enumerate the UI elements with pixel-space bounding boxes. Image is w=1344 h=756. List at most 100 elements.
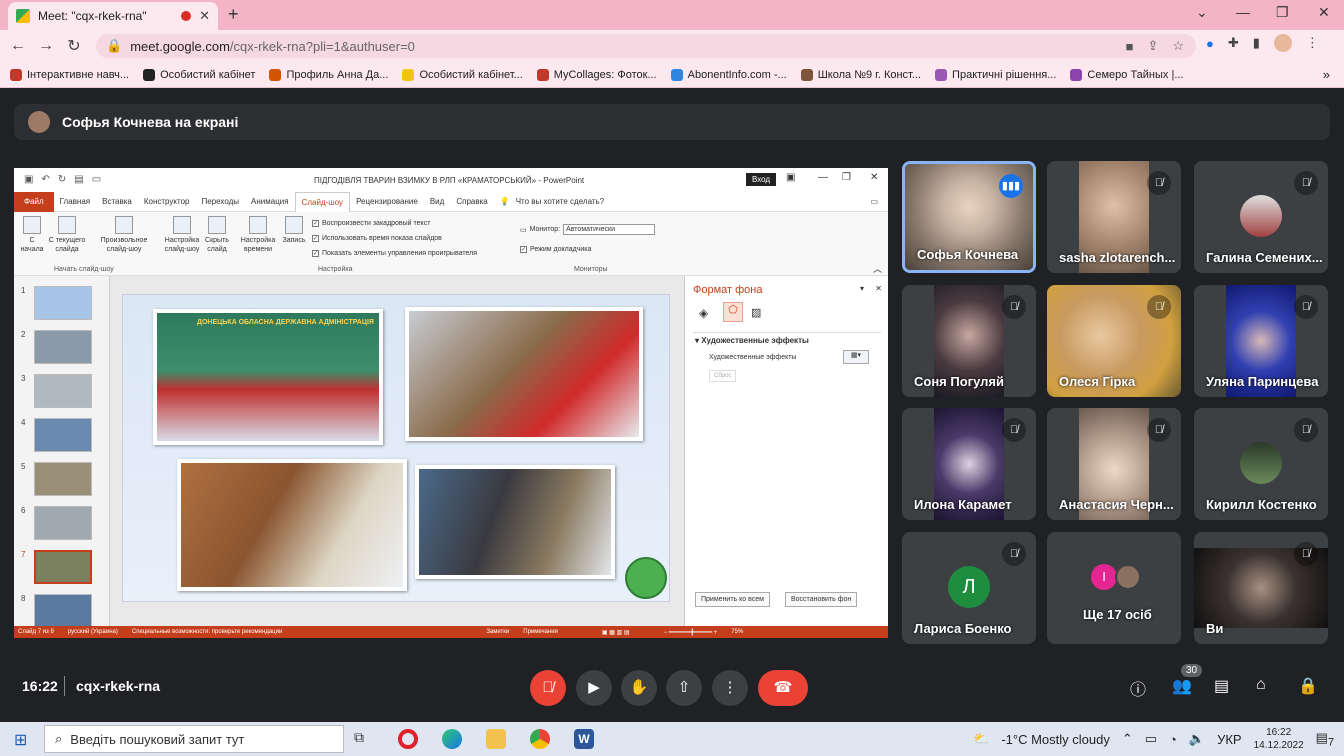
slideshow-icon[interactable]: ▭ — [92, 174, 101, 185]
slide-thumbnail[interactable] — [34, 330, 92, 364]
activities-icon[interactable]: ⌂ — [1256, 676, 1266, 694]
tab-file[interactable]: Файл — [14, 191, 54, 212]
file-explorer-icon[interactable] — [486, 729, 506, 749]
slide-thumbnail[interactable] — [34, 374, 92, 408]
notifications-icon[interactable]: ▤7 — [1316, 730, 1334, 749]
tab-animation[interactable]: Анимация — [245, 197, 295, 206]
raise-hand-button[interactable]: ✋ — [621, 670, 657, 706]
tab-review[interactable]: Рецензирование — [350, 197, 424, 206]
pp-close-button[interactable]: ✕ — [870, 172, 878, 183]
bookmark-item[interactable]: MyCollages: Фоток... — [536, 68, 657, 81]
bookmark-item[interactable]: Школа №9 г. Конст... — [800, 68, 921, 81]
mic-toggle-button[interactable]: 🎙̸ — [530, 670, 566, 706]
task-view-icon[interactable]: ⧉ — [354, 729, 374, 749]
status-language[interactable]: русский (Украина) — [68, 629, 118, 635]
notes-button[interactable]: Заметки — [486, 629, 509, 635]
login-button[interactable]: Вход — [746, 173, 777, 186]
bookmark-item[interactable]: Інтерактивне навч... — [10, 68, 129, 81]
opera-icon[interactable] — [398, 729, 418, 749]
participant-tile[interactable]: 🎙̸ Соня Погуляй — [902, 285, 1036, 397]
participant-tile[interactable]: 🎙̸ Галина Семених... — [1194, 161, 1328, 273]
clock[interactable]: 16:22 14.12.2022 — [1254, 726, 1304, 752]
save-icon[interactable]: ▣ — [24, 174, 33, 185]
from-current-button[interactable]: С текущего слайда — [46, 216, 88, 254]
pp-maximize-button[interactable]: ❐ — [842, 172, 851, 183]
participant-tile[interactable]: 🎙̸ Уляна Паринцева — [1194, 285, 1328, 397]
browser-tab[interactable]: Meet: "cqx-rkek-rna" ✕ — [8, 2, 218, 30]
presenter-view-checkbox[interactable]: ✓ Режим докладчика — [520, 246, 591, 253]
taskbar-search[interactable]: ⌕ Введіть пошуковий запит тут — [44, 725, 344, 753]
more-participants-tile[interactable]: І Ще 17 осіб — [1047, 532, 1181, 644]
tray-overflow-icon[interactable]: ⌃ — [1122, 731, 1133, 747]
reload-icon[interactable]: ↻ — [60, 36, 88, 56]
slide-thumbnail-selected[interactable] — [34, 550, 92, 584]
comments-button[interactable]: Примечания — [523, 629, 558, 635]
art-effects-section[interactable]: ▾ Художественные эффекты — [695, 336, 809, 345]
edge-icon[interactable] — [442, 729, 462, 749]
close-window-button[interactable]: ✕ — [1318, 4, 1330, 21]
camera-indicator-icon[interactable]: ■ — [1126, 39, 1134, 54]
share-icon[interactable]: ⇪ — [1147, 38, 1158, 54]
windows-start-icon[interactable]: ⊞ — [14, 730, 27, 750]
people-icon[interactable]: 👥 — [1172, 676, 1192, 696]
url-bar[interactable]: 🔒 meet.google.com/cqx-rkek-rna?pli=1&aut… — [96, 34, 1196, 58]
weather-icon[interactable]: ⛅ — [973, 731, 989, 747]
slide-thumbnail[interactable] — [34, 594, 92, 628]
tab-home[interactable]: Главная — [54, 197, 96, 206]
tab-view[interactable]: Вид — [424, 197, 450, 206]
view-buttons[interactable]: ▣ ▦ ▥ ▤ — [602, 629, 630, 636]
participant-tile[interactable]: 🎙̸ Олеся Гірка — [1047, 285, 1181, 397]
extension-icon[interactable]: ● — [1206, 36, 1214, 51]
ribbon-display-icon[interactable]: ▣ — [786, 172, 795, 183]
tab-transitions[interactable]: Переходы — [195, 197, 245, 206]
hide-slide-button[interactable]: Скрыть слайд — [202, 216, 232, 254]
participant-tile[interactable]: 🎙̸ sasha zlotarench... — [1047, 161, 1181, 273]
media-controls-checkbox[interactable]: ✓ Показать элементы управления проигрыват… — [312, 250, 477, 257]
narration-checkbox[interactable]: ✓ Воспроизвести закадровый текст — [312, 220, 430, 227]
tab-design[interactable]: Конструктор — [138, 197, 196, 206]
zoom-level[interactable]: 75% — [731, 629, 743, 635]
tab-slideshow[interactable]: Слайд-шоу — [294, 191, 351, 212]
shared-screen[interactable]: ▣ ↶ ↻ ▤ ▭ ПІДГОДІВЛЯ ТВАРИН ВЗИМКУ В РЛП… — [14, 168, 888, 638]
host-controls-icon[interactable]: 🔒 — [1298, 676, 1318, 696]
fill-icon[interactable]: ◈ — [699, 306, 708, 320]
monitor-select[interactable]: ▭ Монитор: Автоматически — [520, 224, 656, 235]
bookmark-item[interactable]: Профиль Анна Да... — [269, 68, 388, 81]
tell-me-input[interactable]: Что вы хотите сделать? — [516, 197, 610, 206]
slide-thumbnail[interactable] — [34, 506, 92, 540]
effects-icon[interactable]: ⬠ — [723, 302, 743, 322]
timings-checkbox[interactable]: ✓ Использовать время показа слайдов — [312, 235, 442, 242]
language-indicator[interactable]: УКР — [1217, 732, 1242, 747]
self-view-tile[interactable]: 🎙̸ Ви — [1194, 532, 1328, 644]
current-slide[interactable]: ДОНЕЦЬКА ОБЛАСНА ДЕРЖАВНА АДМІНІСТРАЦІЯ — [122, 294, 670, 602]
rehearse-timings-button[interactable]: Настройка времени — [236, 216, 280, 254]
chat-icon[interactable]: ▤ — [1214, 676, 1229, 696]
network-icon[interactable]: ◔ — [1169, 732, 1177, 747]
participant-tile[interactable]: 🎙̸ Анастасия Черн... — [1047, 408, 1181, 520]
puzzle-icon[interactable]: ✚ — [1228, 35, 1239, 51]
participant-tile[interactable]: Л 🎙̸ Лариса Боенко — [902, 532, 1036, 644]
bookmark-item[interactable]: Практичні рішення... — [935, 68, 1056, 81]
participant-tile[interactable]: 🎙̸ Илона Карамет — [902, 408, 1036, 520]
pp-minimize-button[interactable]: — — [818, 172, 828, 183]
back-icon[interactable]: ← — [4, 37, 32, 55]
minimize-button[interactable]: — — [1236, 4, 1250, 20]
status-accessibility[interactable]: Специальные возможности: проверьте реком… — [132, 629, 282, 635]
comments-icon[interactable]: ▭ — [864, 197, 888, 206]
bookmarks-overflow-icon[interactable]: » — [1323, 67, 1330, 82]
close-tab-icon[interactable]: ✕ — [199, 8, 210, 24]
collapse-ribbon-icon[interactable]: ︿ — [873, 262, 882, 275]
bookmark-item[interactable]: AbonentInfo.com -... — [670, 68, 787, 81]
bookmark-item[interactable]: Семеро Тайных |... — [1070, 68, 1184, 81]
apply-all-button[interactable]: Применить ко всем — [695, 592, 770, 607]
tab-insert[interactable]: Вставка — [96, 197, 138, 206]
slide-thumbnail[interactable] — [34, 286, 92, 320]
slide-thumbnail[interactable] — [34, 462, 92, 496]
zoom-slider[interactable]: − ━━━━━━╋━━━━━ + — [664, 629, 718, 636]
camera-toggle-button[interactable]: ▶ — [576, 670, 612, 706]
battery-icon[interactable]: ▭ — [1145, 731, 1157, 747]
new-tab-button[interactable]: + — [228, 4, 239, 25]
undo-icon[interactable]: ↶ — [41, 174, 49, 185]
profile-avatar[interactable] — [1273, 34, 1292, 52]
info-icon[interactable]: ⓘ — [1130, 676, 1146, 700]
